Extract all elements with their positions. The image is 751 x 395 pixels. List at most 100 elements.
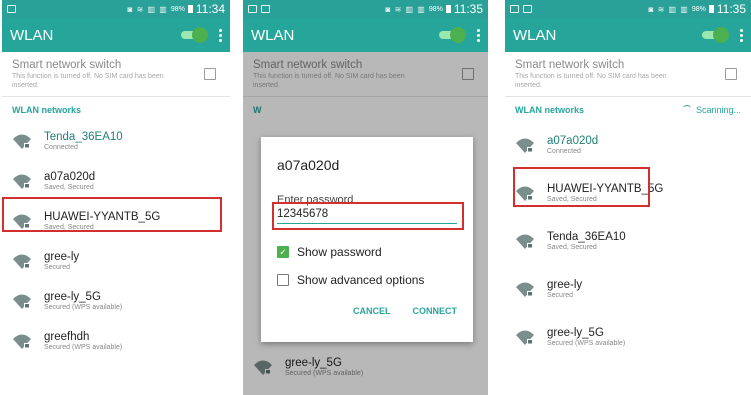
battery-percent: 98%: [170, 5, 185, 13]
section-header: WLAN networks: [2, 97, 230, 121]
wifi-lock-icon: [516, 282, 534, 297]
network-status: Secured (WPS available): [44, 304, 123, 311]
network-status: Connected: [547, 148, 581, 155]
battery-icon: [708, 5, 714, 13]
show-advanced-label: Show advanced options: [297, 273, 425, 287]
battery-percent: 98%: [428, 5, 443, 13]
network-item[interactable]: gree-ly_5G Secured (WPS available): [2, 281, 230, 321]
smart-switch-subtitle: This function is turned off. No SIM card…: [12, 73, 164, 89]
scanning-indicator: Scanning...: [681, 105, 741, 115]
network-status: Connected: [44, 144, 78, 151]
network-item[interactable]: gree-ly Secured: [505, 265, 751, 313]
wifi-lock-icon: [13, 254, 31, 269]
wlan-toggle[interactable]: [439, 27, 466, 43]
network-item[interactable]: Tenda_36EA10 Saved, Secured: [505, 217, 751, 265]
spinner-icon: [681, 105, 692, 115]
network-item[interactable]: greefhdh Secured (WPS available): [2, 321, 230, 361]
show-advanced-option[interactable]: Show advanced options: [261, 266, 473, 294]
network-name: a07a020d: [547, 135, 599, 147]
toggle-icon: [450, 27, 466, 43]
network-status: Secured (WPS available): [44, 344, 123, 351]
phone-screen-2: ◙ ≋ ▥ ▥ 98% 11:35 WLAN Smart network swi…: [243, 0, 488, 395]
wifi-lock-icon: [13, 334, 31, 349]
highlight-box: [272, 202, 464, 230]
page-title: WLAN: [513, 26, 557, 44]
network-item[interactable]: Tenda_36EA10 Connected: [2, 121, 230, 161]
smart-network-switch[interactable]: Smart network switch This function is tu…: [2, 52, 230, 97]
wifi-lock-icon: [13, 294, 31, 309]
network-name: a07a020d: [44, 171, 96, 183]
network-status: Saved, Secured: [547, 244, 597, 251]
app-bar: WLAN: [243, 18, 488, 52]
checkbox-checked-icon[interactable]: ✓: [277, 246, 289, 258]
network-name: Tenda_36EA10: [547, 231, 626, 243]
dialog-title: a07a020d: [277, 157, 340, 173]
toggle-icon: [713, 27, 729, 43]
more-vert-icon[interactable]: [740, 28, 743, 42]
network-name: gree-ly_5G: [547, 327, 604, 339]
signal-icons: ◙ ≋ ▥ ▥: [385, 4, 426, 14]
status-bar: ◙ ≋ ▥ ▥ 98% 11:34: [2, 0, 230, 18]
network-item[interactable]: a07a020d Saved, Secured: [2, 161, 230, 201]
highlight-box: [513, 167, 650, 207]
section-label: WLAN networks: [12, 105, 82, 115]
battery-icon: [445, 5, 451, 13]
network-name: greefhdh: [44, 331, 90, 343]
more-vert-icon[interactable]: [219, 28, 222, 42]
show-password-option[interactable]: ✓ Show password: [261, 238, 473, 266]
wifi-lock-icon: [516, 330, 534, 345]
battery-percent: 98%: [691, 5, 706, 13]
page-title: WLAN: [10, 26, 54, 44]
password-dialog: a07a020d Enter password 12345678 ✓ Show …: [261, 137, 473, 342]
clock: 11:35: [453, 2, 483, 16]
signal-icons: ◙ ≋ ▥ ▥: [648, 4, 689, 14]
wifi-lock-icon: [516, 234, 534, 249]
network-item[interactable]: gree-ly_5G Secured (WPS available): [505, 313, 751, 361]
status-bar: ◙ ≋ ▥ ▥ 98% 11:35: [505, 0, 751, 18]
scanning-label: Scanning...: [695, 105, 741, 115]
section-label: WLAN networks: [515, 105, 585, 115]
notification-icon: [523, 5, 532, 13]
app-bar: WLAN: [505, 18, 751, 52]
wifi-lock-icon: [516, 138, 534, 153]
network-status: Secured (WPS available): [547, 340, 626, 347]
wlan-toggle[interactable]: [181, 27, 208, 43]
network-status: Secured: [44, 264, 71, 271]
page-title: WLAN: [251, 26, 295, 44]
network-name: gree-ly_5G: [44, 291, 101, 303]
network-status: Saved, Secured: [44, 184, 94, 191]
phone-screen-3: ◙ ≋ ▥ ▥ 98% 11:35 WLAN Smart network swi…: [505, 0, 751, 395]
wifi-lock-icon: [13, 174, 31, 189]
status-bar: ◙ ≋ ▥ ▥ 98% 11:35: [243, 0, 488, 18]
highlight-box: [2, 197, 222, 232]
more-vert-icon[interactable]: [477, 28, 480, 42]
notification-icon: [261, 5, 270, 13]
notification-icon: [248, 5, 257, 13]
checkbox-empty-icon[interactable]: [277, 274, 289, 286]
phone-screen-1: ◙ ≋ ▥ ▥ 98% 11:34 WLAN Smart network swi…: [2, 0, 230, 395]
toggle-icon: [192, 27, 208, 43]
notification-icon: [510, 5, 519, 13]
smart-switch-checkbox[interactable]: [725, 68, 737, 80]
signal-icons: ◙ ≋ ▥ ▥: [127, 4, 168, 14]
network-name: gree-ly: [44, 251, 80, 263]
cancel-button[interactable]: CANCEL: [353, 306, 391, 316]
notification-icon: [7, 5, 16, 13]
app-bar: WLAN: [2, 18, 230, 52]
network-name: gree-ly: [547, 279, 583, 291]
smart-switch-title: Smart network switch: [515, 59, 625, 71]
smart-switch-title: Smart network switch: [12, 59, 122, 71]
clock: 11:35: [716, 2, 746, 16]
network-status: Secured: [547, 292, 574, 299]
smart-network-switch[interactable]: Smart network switch This function is tu…: [505, 52, 751, 97]
connect-button[interactable]: CONNECT: [413, 306, 458, 316]
clock: 11:34: [195, 2, 225, 16]
network-item[interactable]: a07a020d Connected: [505, 121, 751, 169]
network-name: Tenda_36EA10: [44, 131, 123, 143]
network-item[interactable]: gree-ly Secured: [2, 241, 230, 281]
wifi-lock-icon: [13, 134, 31, 149]
section-header: WLAN networks Scanning...: [505, 97, 751, 121]
wlan-toggle[interactable]: [702, 27, 729, 43]
smart-switch-checkbox[interactable]: [204, 68, 216, 80]
show-password-label: Show password: [297, 245, 382, 259]
